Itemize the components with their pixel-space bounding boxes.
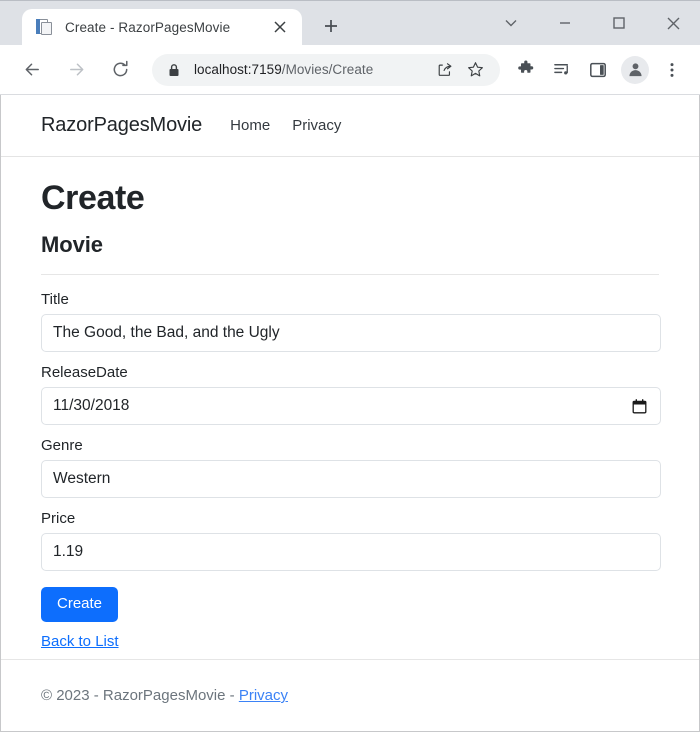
nav-link-home[interactable]: Home xyxy=(230,117,270,134)
person-avatar-icon xyxy=(628,63,642,77)
label-price: Price xyxy=(41,510,76,528)
footer-privacy-link[interactable]: Privacy xyxy=(239,687,288,704)
input-release-date[interactable]: 11/30/2018 xyxy=(41,387,661,426)
address-bar[interactable]: localhost:7159/Movies/Create xyxy=(152,53,500,86)
page-content: Create Movie Title The Good, the Bad, an… xyxy=(1,157,699,659)
url-path: /Movies/Create xyxy=(281,62,374,77)
three-dot-menu-icon xyxy=(670,62,674,77)
puzzle-piece-icon xyxy=(517,60,533,73)
close-icon[interactable] xyxy=(268,15,292,39)
input-title[interactable]: The Good, the Bad, and the Ugly xyxy=(41,314,661,353)
label-title: Title xyxy=(41,291,69,309)
chevron-down-icon xyxy=(505,20,517,27)
page-title: Create xyxy=(41,179,145,217)
nav-link-privacy[interactable]: Privacy xyxy=(292,117,341,134)
input-price-value: 1.19 xyxy=(53,543,84,561)
create-movie-form: Title The Good, the Bad, and the Ugly Re… xyxy=(41,291,661,623)
plus-icon xyxy=(325,20,337,32)
site-brand[interactable]: RazorPagesMovie xyxy=(41,114,202,137)
chrome-menu-button[interactable] xyxy=(657,55,687,85)
tab-title: Create - RazorPagesMovie xyxy=(65,19,231,35)
back-button[interactable] xyxy=(16,54,48,86)
field-title: Title The Good, the Bad, and the Ugly xyxy=(41,291,661,353)
share-icon[interactable] xyxy=(432,57,458,83)
url-host: localhost:7159 xyxy=(194,62,282,77)
minimize-button[interactable] xyxy=(538,1,592,45)
input-genre[interactable]: Western xyxy=(41,460,661,499)
label-genre: Genre xyxy=(41,437,83,455)
star-icon[interactable] xyxy=(462,57,488,83)
browser-window: Create - RazorPagesMovie localhost:7159/… xyxy=(0,0,700,732)
browser-tab[interactable]: Create - RazorPagesMovie xyxy=(22,9,302,45)
create-submit-button[interactable]: Create xyxy=(41,587,119,623)
field-genre: Genre Western xyxy=(41,437,661,499)
minimize-icon xyxy=(560,22,570,24)
side-panel-icon xyxy=(590,62,606,77)
close-window-button[interactable] xyxy=(646,1,700,45)
calendar-icon[interactable] xyxy=(631,398,647,414)
label-release-date: ReleaseDate xyxy=(41,364,128,382)
input-title-value: The Good, the Bad, and the Ugly xyxy=(53,324,280,342)
media-control-button[interactable] xyxy=(547,55,577,85)
maximize-button[interactable] xyxy=(592,1,646,45)
new-tab-button[interactable] xyxy=(314,9,348,43)
browser-toolbar: localhost:7159/Movies/Create xyxy=(0,45,700,95)
close-x-icon xyxy=(667,17,679,29)
page-subtitle: Movie xyxy=(41,232,103,258)
reload-icon xyxy=(113,60,128,77)
document-page-icon xyxy=(36,18,54,36)
extensions-button[interactable] xyxy=(511,55,541,85)
url-text: localhost:7159/Movies/Create xyxy=(194,62,428,77)
field-price: Price 1.19 xyxy=(41,510,661,572)
media-list-icon xyxy=(553,64,568,75)
tab-strip: Create - RazorPagesMovie xyxy=(0,0,700,45)
forward-button[interactable] xyxy=(60,54,92,86)
back-to-list-link[interactable]: Back to List xyxy=(41,633,659,650)
window-controls xyxy=(484,1,700,45)
section-divider xyxy=(41,274,659,276)
footer-text: © 2023 - RazorPagesMovie - Privacy xyxy=(41,687,288,704)
maximize-square-icon xyxy=(613,17,625,29)
page-viewport: RazorPagesMovie Home Privacy Create Movi… xyxy=(0,95,700,732)
field-release-date: ReleaseDate 11/30/2018 xyxy=(41,364,661,426)
lock-icon xyxy=(168,63,182,77)
input-price[interactable]: 1.19 xyxy=(41,533,661,572)
arrow-right-icon xyxy=(69,63,83,76)
arrow-left-icon xyxy=(25,63,39,76)
footer-copyright: © 2023 - RazorPagesMovie - xyxy=(41,687,239,704)
side-panel-button[interactable] xyxy=(583,55,613,85)
input-release-date-value: 11/30/2018 xyxy=(53,397,130,415)
profile-button[interactable] xyxy=(621,55,649,84)
tab-search-button[interactable] xyxy=(484,1,538,45)
site-navbar: RazorPagesMovie Home Privacy xyxy=(1,95,699,157)
reload-button[interactable] xyxy=(104,54,136,86)
input-genre-value: Western xyxy=(53,470,111,488)
site-footer: © 2023 - RazorPagesMovie - Privacy xyxy=(1,659,699,731)
